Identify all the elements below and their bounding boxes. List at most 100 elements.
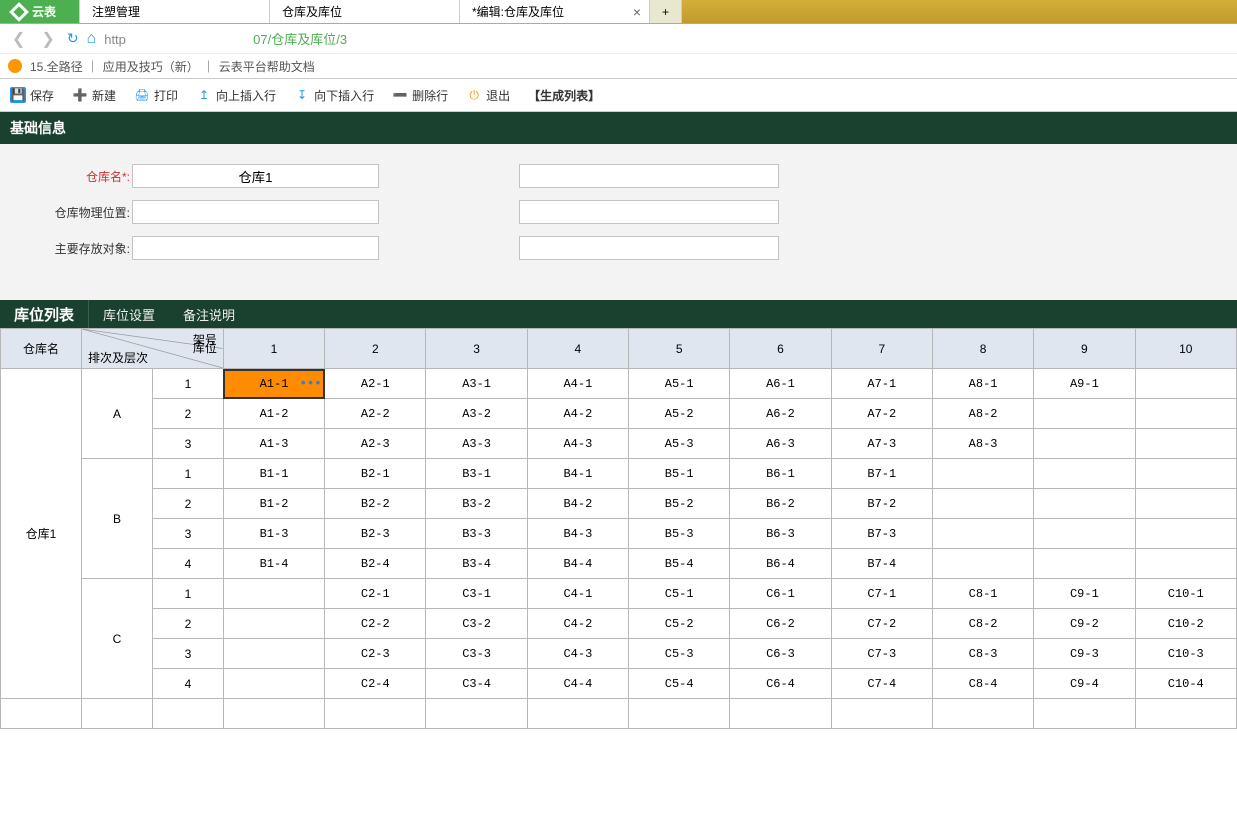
slot-cell[interactable]: A1-2 (223, 399, 324, 429)
slot-cell[interactable]: C9-1 (1034, 579, 1135, 609)
slot-cell[interactable]: C10-4 (1135, 669, 1236, 699)
generate-list-button[interactable]: 【生成列表】 (528, 87, 600, 104)
slot-cell[interactable] (223, 669, 324, 699)
slot-cell[interactable]: C3-1 (426, 579, 527, 609)
slot-cell[interactable]: C4-2 (527, 609, 628, 639)
slot-cell[interactable]: A1-1••• (223, 369, 324, 399)
slot-cell[interactable]: B1-1 (223, 459, 324, 489)
slot-cell[interactable]: C2-4 (325, 669, 426, 699)
location-input[interactable] (132, 200, 379, 224)
slot-cell[interactable]: C8-4 (932, 669, 1033, 699)
slot-cell[interactable]: C2-3 (325, 639, 426, 669)
slot-cell[interactable]: B3-3 (426, 519, 527, 549)
slot-cell[interactable]: C5-3 (629, 639, 730, 669)
slot-cell[interactable] (1135, 489, 1236, 519)
slot-cell[interactable]: B6-1 (730, 459, 831, 489)
slot-cell[interactable]: C6-3 (730, 639, 831, 669)
slot-cell[interactable]: B5-2 (629, 489, 730, 519)
slot-cell[interactable]: C3-2 (426, 609, 527, 639)
slot-cell[interactable]: C6-4 (730, 669, 831, 699)
insert-below-button[interactable]: ↧向下插入行 (294, 87, 374, 104)
slot-cell[interactable]: B1-2 (223, 489, 324, 519)
slot-cell[interactable]: B4-1 (527, 459, 628, 489)
slot-cell[interactable]: A3-3 (426, 429, 527, 459)
slot-cell[interactable]: B7-4 (831, 549, 932, 579)
slot-cell[interactable]: C10-3 (1135, 639, 1236, 669)
extra-input-3[interactable] (519, 236, 779, 260)
slot-cell[interactable]: B2-4 (325, 549, 426, 579)
slot-cell[interactable]: B5-4 (629, 549, 730, 579)
slot-cell[interactable]: B3-1 (426, 459, 527, 489)
slot-cell[interactable] (1034, 489, 1135, 519)
breadcrumb-item[interactable]: 云表平台帮助文档 (219, 58, 315, 75)
slot-cell[interactable]: A7-2 (831, 399, 932, 429)
slot-cell[interactable]: C8-3 (932, 639, 1033, 669)
save-button[interactable]: 💾保存 (10, 87, 54, 104)
slot-cell[interactable]: C5-1 (629, 579, 730, 609)
slot-cell[interactable]: C2-1 (325, 579, 426, 609)
slot-cell[interactable]: A3-2 (426, 399, 527, 429)
slot-cell[interactable]: A8-1 (932, 369, 1033, 399)
refresh-icon[interactable]: ↻ (67, 30, 79, 47)
slot-cell[interactable]: C8-1 (932, 579, 1033, 609)
slot-cell[interactable] (932, 489, 1033, 519)
slot-cell[interactable]: C5-2 (629, 609, 730, 639)
slot-cell[interactable] (1034, 549, 1135, 579)
slot-cell[interactable]: B4-4 (527, 549, 628, 579)
slot-cell[interactable]: C9-2 (1034, 609, 1135, 639)
slot-cell[interactable]: B5-1 (629, 459, 730, 489)
slot-cell[interactable] (932, 459, 1033, 489)
slot-cell[interactable]: C3-4 (426, 669, 527, 699)
slot-cell[interactable]: B3-4 (426, 549, 527, 579)
forward-icon[interactable]: ❯ (37, 29, 58, 49)
slot-cell[interactable]: A6-2 (730, 399, 831, 429)
slot-cell[interactable]: B6-2 (730, 489, 831, 519)
slot-cell[interactable] (1034, 459, 1135, 489)
slot-cell[interactable] (1034, 429, 1135, 459)
slot-cell[interactable]: A4-3 (527, 429, 628, 459)
app-tab[interactable]: 云表 (0, 0, 80, 23)
slot-cell[interactable] (1034, 399, 1135, 429)
extra-input-2[interactable] (519, 200, 779, 224)
slot-cell[interactable]: B6-4 (730, 549, 831, 579)
slot-cell[interactable]: B4-2 (527, 489, 628, 519)
breadcrumb-item[interactable]: 应用及技巧（新） (103, 58, 199, 75)
slot-cell[interactable]: A2-2 (325, 399, 426, 429)
slot-cell[interactable] (223, 639, 324, 669)
ellipsis-icon[interactable]: ••• (299, 376, 321, 392)
slot-cell[interactable] (223, 579, 324, 609)
slot-cell[interactable] (223, 609, 324, 639)
home-icon[interactable]: ⌂ (87, 30, 97, 48)
slot-cell[interactable] (1135, 369, 1236, 399)
slot-cell[interactable]: B3-2 (426, 489, 527, 519)
print-button[interactable]: 🖨打印 (134, 87, 178, 104)
slot-cell[interactable]: A5-3 (629, 429, 730, 459)
slot-cell[interactable] (932, 519, 1033, 549)
object-input[interactable] (132, 236, 379, 260)
back-icon[interactable]: ❮ (8, 29, 29, 49)
slot-cell[interactable]: A3-1 (426, 369, 527, 399)
slot-cell[interactable] (1135, 519, 1236, 549)
slot-cell[interactable]: B2-1 (325, 459, 426, 489)
slot-cell[interactable]: A4-2 (527, 399, 628, 429)
slot-cell[interactable]: C6-2 (730, 609, 831, 639)
tab-slot-list[interactable]: 库位列表 (0, 300, 89, 328)
tab-slot-config[interactable]: 库位设置 (89, 300, 169, 328)
slot-cell[interactable]: C4-4 (527, 669, 628, 699)
slot-cell[interactable]: B2-2 (325, 489, 426, 519)
slot-cell[interactable]: A2-3 (325, 429, 426, 459)
slot-cell[interactable] (932, 549, 1033, 579)
slot-cell[interactable]: A5-1 (629, 369, 730, 399)
slot-cell[interactable]: A7-1 (831, 369, 932, 399)
breadcrumb-item[interactable]: 15.全路径 (30, 58, 83, 75)
insert-above-button[interactable]: ↥向上插入行 (196, 87, 276, 104)
slot-cell[interactable]: B7-2 (831, 489, 932, 519)
new-button[interactable]: ➕新建 (72, 87, 116, 104)
slot-cell[interactable]: C5-4 (629, 669, 730, 699)
slot-cell[interactable]: C9-4 (1034, 669, 1135, 699)
slot-cell[interactable]: A2-1 (325, 369, 426, 399)
exit-button[interactable]: ⏻退出 (466, 87, 510, 104)
slot-cell[interactable]: C7-1 (831, 579, 932, 609)
close-icon[interactable]: × (633, 4, 641, 20)
slot-cell[interactable]: B7-3 (831, 519, 932, 549)
